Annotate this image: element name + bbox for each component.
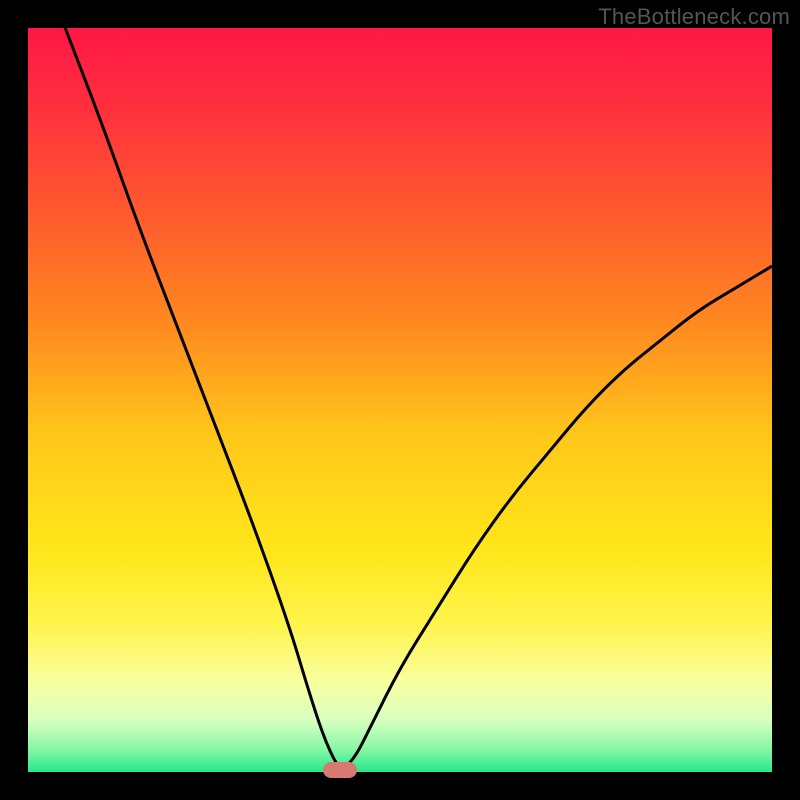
plot-area <box>28 28 772 772</box>
gradient-background <box>28 28 772 772</box>
watermark-text: TheBottleneck.com <box>598 4 790 30</box>
chart-frame: TheBottleneck.com <box>0 0 800 800</box>
optimal-point-marker <box>323 762 357 778</box>
bottleneck-chart <box>28 28 772 772</box>
